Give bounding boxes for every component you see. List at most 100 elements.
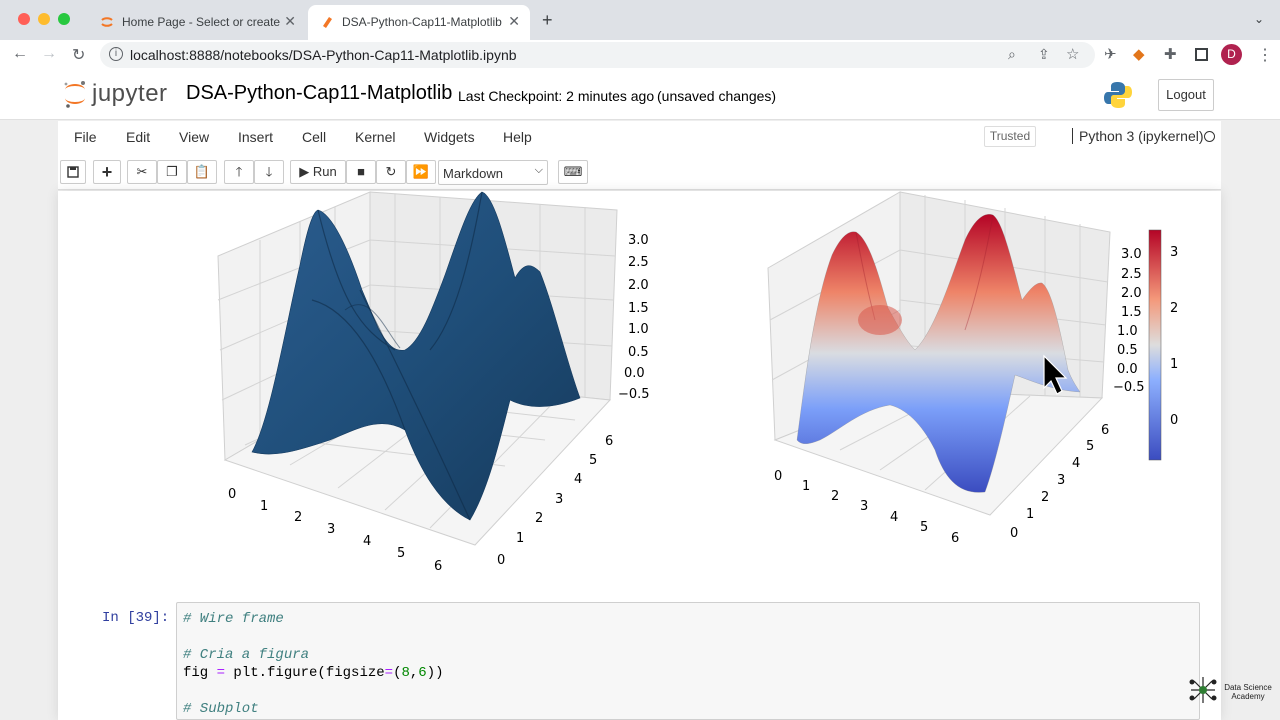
watermark-line1: Data Science bbox=[1224, 683, 1272, 692]
tick-label: 2.0 bbox=[1121, 286, 1142, 301]
tick-label: 4 bbox=[890, 510, 898, 525]
browser-address-bar: ← → ↻ i localhost:8888/notebooks/DSA-Pyt… bbox=[0, 40, 1280, 70]
extensions-puzzle-icon[interactable]: ✚ bbox=[1164, 45, 1177, 63]
url-field[interactable]: i localhost:8888/notebooks/DSA-Python-Ca… bbox=[100, 42, 1095, 68]
menu-cell[interactable]: Cell bbox=[302, 129, 326, 145]
tick-label: 3 bbox=[1057, 473, 1065, 488]
menubar: File Edit View Insert Cell Kernel Widget… bbox=[58, 121, 1221, 154]
insert-cell-button[interactable]: + bbox=[93, 160, 121, 184]
cell-output-figure: 3.02.52.01.51.00.50.0−0.5 0123456 654321… bbox=[217, 191, 1178, 574]
copy-button[interactable]: ❐ bbox=[157, 160, 187, 184]
colorbar-ticks: 3 2 1 0 bbox=[1170, 245, 1178, 428]
maximize-window-button[interactable] bbox=[58, 13, 70, 25]
arrow-up-icon: 🡑 bbox=[235, 164, 243, 179]
close-window-button[interactable] bbox=[18, 13, 30, 25]
code-cell-editor[interactable]: # Wire frame # Cria a figura fig = plt.f… bbox=[176, 602, 1200, 720]
tab-search-chevron-icon[interactable]: ⌄ bbox=[1254, 12, 1264, 26]
colorbar bbox=[1148, 229, 1162, 461]
menu-edit[interactable]: Edit bbox=[126, 129, 150, 145]
side-panel-icon[interactable] bbox=[1195, 48, 1208, 61]
close-tab-icon[interactable]: ✕ bbox=[284, 13, 296, 30]
tick-label: 3 bbox=[555, 492, 563, 507]
tick-label: 6 bbox=[605, 434, 613, 449]
move-down-button[interactable]: 🡓 bbox=[254, 160, 284, 184]
tick-label: 3.0 bbox=[628, 233, 649, 248]
tick-label: 0 bbox=[228, 487, 236, 502]
tab-label: Home Page - Select or create a notebook bbox=[122, 15, 282, 29]
tick-label: 3 bbox=[327, 522, 335, 537]
tab-label: DSA-Python-Cap11-Matplotlib bbox=[342, 15, 502, 29]
restart-button[interactable]: ↻ bbox=[376, 160, 406, 184]
menu-view[interactable]: View bbox=[179, 129, 209, 145]
metamask-fox-icon[interactable]: ◆ bbox=[1133, 45, 1145, 63]
surface-plot-2: 3.02.52.01.51.00.50.0−0.5 0123456 654321… bbox=[767, 191, 1178, 546]
tick-label: 3.0 bbox=[1121, 247, 1142, 262]
tick-label: 0.0 bbox=[624, 366, 645, 381]
tick-label: 1 bbox=[1026, 507, 1034, 522]
tick-label: 1.0 bbox=[1117, 324, 1138, 339]
checkpoint-status: Last Checkpoint: 2 minutes ago bbox=[458, 88, 655, 104]
tick-label: 1 bbox=[802, 479, 810, 494]
menu-file[interactable]: File bbox=[74, 129, 97, 145]
menu-widgets[interactable]: Widgets bbox=[424, 129, 475, 145]
new-tab-icon[interactable]: + bbox=[542, 10, 553, 31]
save-button[interactable] bbox=[60, 160, 86, 184]
minimize-window-button[interactable] bbox=[38, 13, 50, 25]
menu-help[interactable]: Help bbox=[503, 129, 532, 145]
stop-icon: ■ bbox=[357, 164, 365, 179]
watermark-line2: Academy bbox=[1231, 692, 1265, 701]
close-tab-icon[interactable]: ✕ bbox=[508, 13, 520, 30]
tick-label: 5 bbox=[1086, 439, 1094, 454]
code-line: # Cria a figura bbox=[183, 647, 310, 663]
plus-icon: + bbox=[101, 162, 113, 182]
restart-run-all-button[interactable]: ⏩ bbox=[406, 160, 436, 184]
tick-label: 2 bbox=[535, 511, 543, 526]
menu-kernel[interactable]: Kernel bbox=[355, 129, 395, 145]
copy-icon: ❐ bbox=[166, 164, 178, 179]
tick-label: 2 bbox=[1041, 490, 1049, 505]
cut-button[interactable]: ✂ bbox=[127, 160, 157, 184]
reload-icon[interactable]: ↻ bbox=[72, 45, 85, 65]
code-line: # Wire frame bbox=[183, 611, 284, 627]
paste-button[interactable]: 📋 bbox=[187, 160, 217, 184]
command-palette-button[interactable]: ⌨ bbox=[558, 160, 588, 184]
cell-type-value: Markdown bbox=[443, 166, 503, 181]
dsa-logo-icon bbox=[1186, 673, 1220, 712]
tick-label: 2.5 bbox=[628, 255, 649, 270]
forward-arrow-icon[interactable]: → bbox=[41, 45, 57, 63]
tick-label: 0.0 bbox=[1117, 362, 1138, 377]
logout-button[interactable]: Logout bbox=[1158, 79, 1214, 111]
move-up-button[interactable]: 🡑 bbox=[224, 160, 254, 184]
browser-tab-home[interactable]: Home Page - Select or create a notebook … bbox=[88, 5, 306, 40]
tick-label: 2.0 bbox=[628, 278, 649, 293]
tick-label: 2 bbox=[831, 489, 839, 504]
notebook-name[interactable]: DSA-Python-Cap11-Matplotlib bbox=[186, 82, 452, 105]
bookmark-star-icon[interactable]: ☆ bbox=[1066, 45, 1079, 63]
tick-label: 5 bbox=[397, 546, 405, 561]
cell-type-select[interactable]: Markdown ⌵ bbox=[438, 160, 548, 185]
tick-label: 0 bbox=[1010, 526, 1018, 541]
menu-insert[interactable]: Insert bbox=[238, 129, 273, 145]
cell-prompt: In [39]: bbox=[102, 610, 170, 626]
trusted-indicator[interactable]: Trusted bbox=[984, 126, 1036, 147]
tick-label: 3 bbox=[860, 499, 868, 514]
tick-label: 2 bbox=[1170, 301, 1178, 316]
tick-label: 1 bbox=[516, 531, 524, 546]
jupyter-logo-icon[interactable] bbox=[62, 78, 88, 115]
kernel-idle-indicator-icon bbox=[1204, 131, 1215, 142]
extension-bird-icon[interactable]: ✈ bbox=[1104, 45, 1117, 63]
browser-menu-icon[interactable]: ⋮ bbox=[1257, 45, 1273, 65]
zoom-icon[interactable]: ⌕ bbox=[1008, 46, 1016, 63]
site-info-icon[interactable]: i bbox=[109, 47, 123, 61]
tick-label: 1 bbox=[1170, 357, 1178, 372]
z-axis-ticks-plot2: 3.0 2.5 2.0 1.5 1.0 0.5 0.0 −0.5 bbox=[1113, 247, 1145, 395]
back-arrow-icon[interactable]: ← bbox=[12, 45, 28, 63]
tick-label: 0.5 bbox=[628, 345, 649, 360]
run-button[interactable]: ▶ Run bbox=[290, 160, 346, 184]
interrupt-button[interactable]: ■ bbox=[346, 160, 376, 184]
surface-plot-1: 3.02.52.01.51.00.50.0−0.5 0123456 654321… bbox=[217, 191, 650, 574]
profile-avatar[interactable]: D bbox=[1221, 44, 1242, 65]
browser-tab-notebook[interactable]: DSA-Python-Cap11-Matplotlib ✕ bbox=[308, 5, 530, 40]
share-icon[interactable]: ⇪ bbox=[1038, 46, 1050, 63]
code-line: fig = plt.figure(figsize=(8,6)) bbox=[183, 665, 444, 681]
